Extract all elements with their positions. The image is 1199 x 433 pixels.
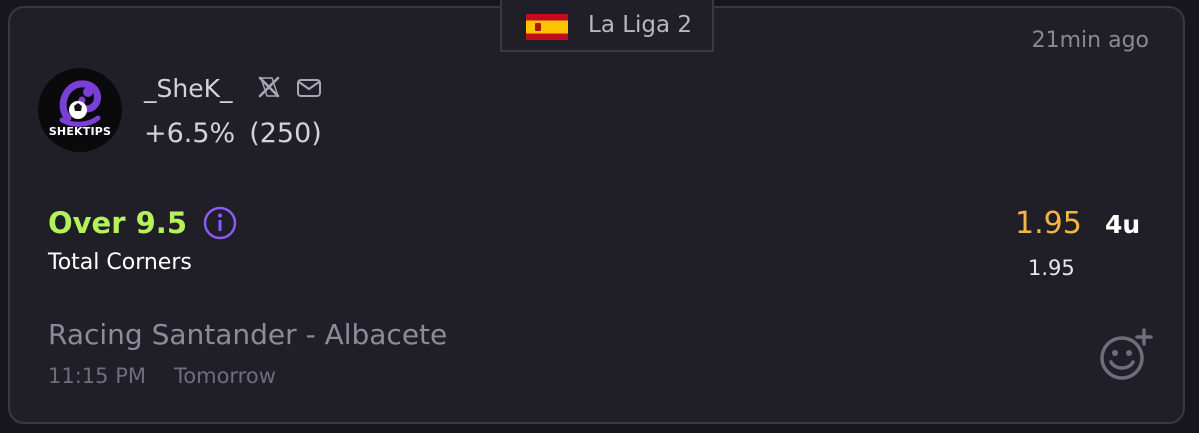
- post-time-ago: 21min ago: [1031, 28, 1149, 53]
- add-reaction-icon[interactable]: [1098, 326, 1160, 390]
- tipster-stats: +6.5% (250): [144, 118, 322, 149]
- league-name: La Liga 2: [588, 12, 693, 38]
- pick-market: Total Corners: [48, 250, 192, 275]
- event-teams[interactable]: Racing Santander - Albacete: [48, 318, 447, 351]
- tipster-roi: +6.5%: [144, 118, 236, 149]
- event-time: 11:15 PM: [48, 364, 146, 388]
- pick-selection: Over 9.5: [48, 206, 187, 240]
- spain-flag-icon: [526, 14, 568, 40]
- x-icon[interactable]: [258, 76, 280, 102]
- tipster-tip-count: (250): [249, 118, 322, 149]
- event-day: Tomorrow: [174, 364, 276, 388]
- pick-stake: 4u: [1105, 210, 1141, 239]
- avatar-text: SHEKTIPS: [48, 125, 112, 138]
- tip-card[interactable]: La Liga 2 21min ago SHEKTIPS _SheK_ +6.5…: [8, 0, 1185, 424]
- avatar[interactable]: SHEKTIPS: [38, 68, 122, 152]
- pick-odds: 1.95: [1015, 206, 1082, 241]
- mail-icon[interactable]: [296, 78, 322, 102]
- snake-logo-icon: [59, 80, 101, 127]
- league-tab[interactable]: La Liga 2: [500, 0, 714, 52]
- info-icon[interactable]: [203, 206, 237, 244]
- pick-odds-secondary: 1.95: [1028, 256, 1075, 280]
- tipster-username[interactable]: _SheK_: [144, 74, 233, 103]
